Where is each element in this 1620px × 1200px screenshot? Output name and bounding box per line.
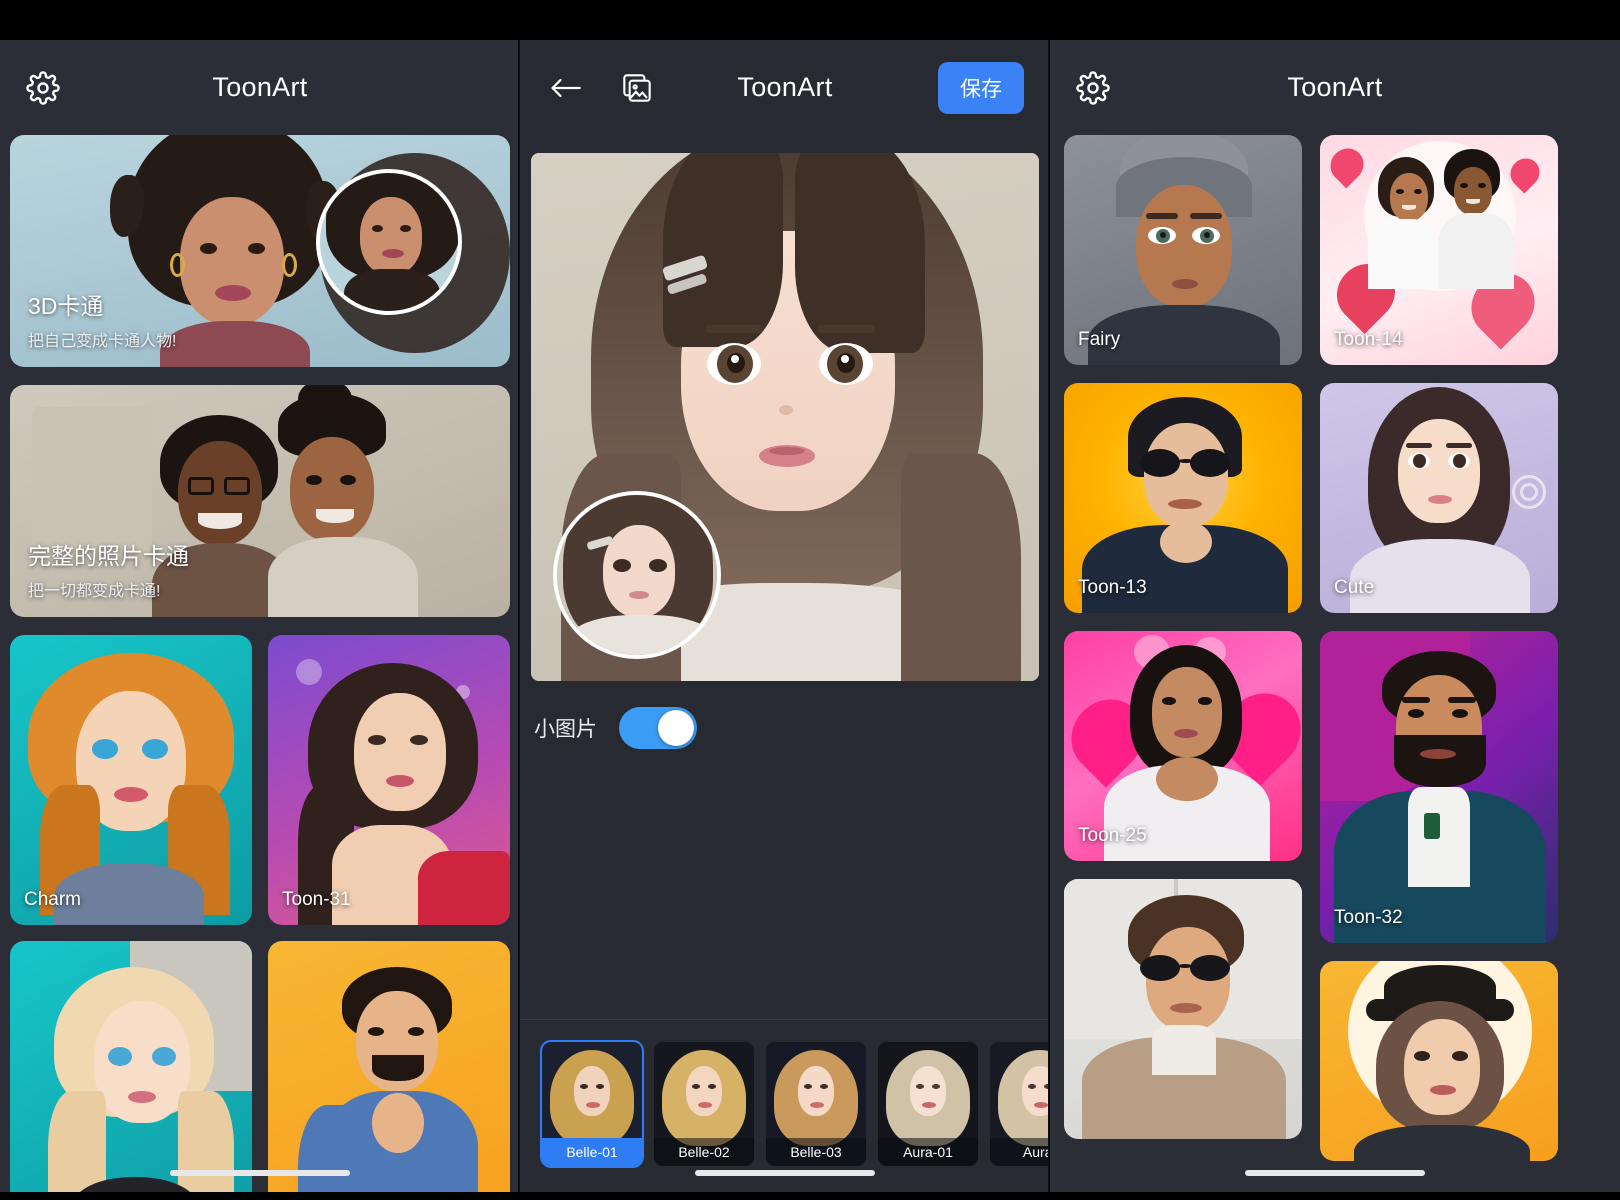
- left-panel: ToonArt 3D卡通 把自己变成卡通人物! 完整的照片卡通 把一切都变成卡通…: [0, 40, 520, 1192]
- home-indicator-center: [695, 1170, 875, 1176]
- right-grid-column-right: Toon-14 Cute Toon-32: [1320, 135, 1558, 1161]
- small-image-toggle-row: 小图片: [520, 681, 1050, 749]
- filmstrip-item-label: Belle-02: [654, 1138, 754, 1166]
- right-grid-column-left: Fairy Toon-13 Toon-25: [1064, 135, 1302, 1161]
- filmstrip-item[interactable]: Aura-: [990, 1042, 1050, 1166]
- feature-card-subtitle: 把一切都变成卡通!: [28, 583, 161, 600]
- style-card-art: [10, 941, 252, 1192]
- style-card-art: [1320, 961, 1558, 1161]
- style-card-charm[interactable]: Charm: [10, 635, 252, 925]
- style-card-art: [10, 635, 252, 925]
- right-panel-title: ToonArt: [1287, 72, 1383, 102]
- style-card-grid: Charm Toon-31: [10, 635, 510, 1192]
- style-card-art: [1320, 631, 1558, 943]
- style-card-toon-14[interactable]: Toon-14: [1320, 135, 1558, 365]
- filmstrip-item[interactable]: Belle-03: [766, 1042, 866, 1166]
- feature-card-full-photo-cartoon[interactable]: 完整的照片卡通 把一切都变成卡通!: [10, 385, 510, 617]
- style-card-label: Fairy: [1078, 329, 1121, 350]
- right-panel-header: ToonArt: [1050, 40, 1620, 135]
- back-arrow-icon[interactable]: [542, 65, 588, 111]
- left-panel-header: ToonArt: [0, 40, 520, 135]
- home-indicator-right: [1245, 1170, 1425, 1176]
- app-screen: ToonArt 3D卡通 把自己变成卡通人物! 完整的照片卡通 把一切都变成卡通…: [0, 0, 1620, 1200]
- panel-divider-1: [518, 40, 520, 1192]
- style-card-cute[interactable]: Cute: [1320, 383, 1558, 613]
- home-indicator-left: [170, 1170, 350, 1176]
- filmstrip-item-label: Belle-03: [766, 1138, 866, 1166]
- style-card-art: [1064, 879, 1302, 1139]
- style-card-art: [268, 941, 510, 1192]
- style-filmstrip[interactable]: Belle-01 Belle-02 Belle-03 Aura-01 Aur: [520, 1019, 1050, 1184]
- right-panel: ToonArt Fairy Toon-13 Toon-25 Toon-14 Cu…: [1050, 40, 1620, 1192]
- style-card-4[interactable]: [268, 941, 510, 1192]
- right-panel-grid: Fairy Toon-13 Toon-25 Toon-14 Cute Toon-…: [1050, 135, 1620, 1161]
- feature-card-subtitle: 把自己变成卡通人物!: [28, 333, 177, 350]
- style-card-label: Toon-14: [1334, 329, 1403, 350]
- style-card-label: Toon-32: [1334, 907, 1403, 928]
- panel-divider-2: [1048, 40, 1050, 1192]
- style-card-label: Charm: [24, 889, 82, 910]
- style-card-toon-25[interactable]: Toon-25: [1064, 631, 1302, 861]
- feature-card-caption: 完整的照片卡通 把一切都变成卡通!: [28, 537, 189, 601]
- feature-card-title: 完整的照片卡通: [28, 543, 189, 569]
- feature-card-inset-preview: [316, 169, 462, 315]
- feature-card-3d-cartoon[interactable]: 3D卡通 把自己变成卡通人物!: [10, 135, 510, 367]
- style-card-art: [268, 635, 510, 925]
- style-card-label: Toon-25: [1078, 825, 1147, 846]
- settings-icon[interactable]: [20, 65, 66, 111]
- feature-card-caption: 3D卡通 把自己变成卡通人物!: [28, 287, 176, 351]
- image-stack-icon[interactable]: [614, 65, 660, 111]
- style-card-fairy[interactable]: Fairy: [1064, 135, 1302, 365]
- settings-icon[interactable]: [1070, 65, 1116, 111]
- filmstrip-item-label: Belle-01: [542, 1138, 642, 1166]
- filmstrip-item[interactable]: Belle-02: [654, 1042, 754, 1166]
- preview-thumbnail-art: [557, 495, 717, 655]
- style-card-label: Toon-31: [282, 889, 351, 910]
- preview-image[interactable]: [531, 153, 1039, 681]
- center-panel-header: ToonArt 保存: [520, 40, 1050, 135]
- style-card-toon-31[interactable]: Toon-31: [268, 635, 510, 925]
- filmstrip-item[interactable]: Aura-01: [878, 1042, 978, 1166]
- style-card-left-4[interactable]: [1064, 879, 1302, 1139]
- style-card-3[interactable]: [10, 941, 252, 1192]
- left-panel-title: ToonArt: [212, 72, 308, 102]
- filmstrip-item-label: Aura-01: [878, 1138, 978, 1166]
- style-card-toon-13[interactable]: Toon-13: [1064, 383, 1302, 613]
- filmstrip-item[interactable]: Belle-01: [540, 1040, 644, 1168]
- center-panel: ToonArt 保存 小图片 Belle-01 Belle-02 Belle-0…: [520, 40, 1050, 1192]
- device-bottom-bar: [0, 1192, 1620, 1200]
- toggle-knob: [658, 710, 694, 746]
- device-top-bar: [0, 0, 1620, 40]
- filmstrip-item-label: Aura-: [990, 1138, 1050, 1166]
- left-panel-body: 3D卡通 把自己变成卡通人物! 完整的照片卡通 把一切都变成卡通! Charm …: [0, 135, 520, 1192]
- style-card-label: Cute: [1334, 577, 1375, 598]
- style-card-label: Toon-13: [1078, 577, 1147, 598]
- save-button[interactable]: 保存: [938, 61, 1024, 114]
- style-card-toon-32[interactable]: Toon-32: [1320, 631, 1558, 943]
- small-image-toggle[interactable]: [619, 707, 697, 749]
- preview-thumbnail-circle[interactable]: [553, 491, 721, 659]
- feature-card-title: 3D卡通: [28, 293, 104, 319]
- small-image-toggle-label: 小图片: [534, 718, 597, 741]
- style-card-right-4[interactable]: [1320, 961, 1558, 1161]
